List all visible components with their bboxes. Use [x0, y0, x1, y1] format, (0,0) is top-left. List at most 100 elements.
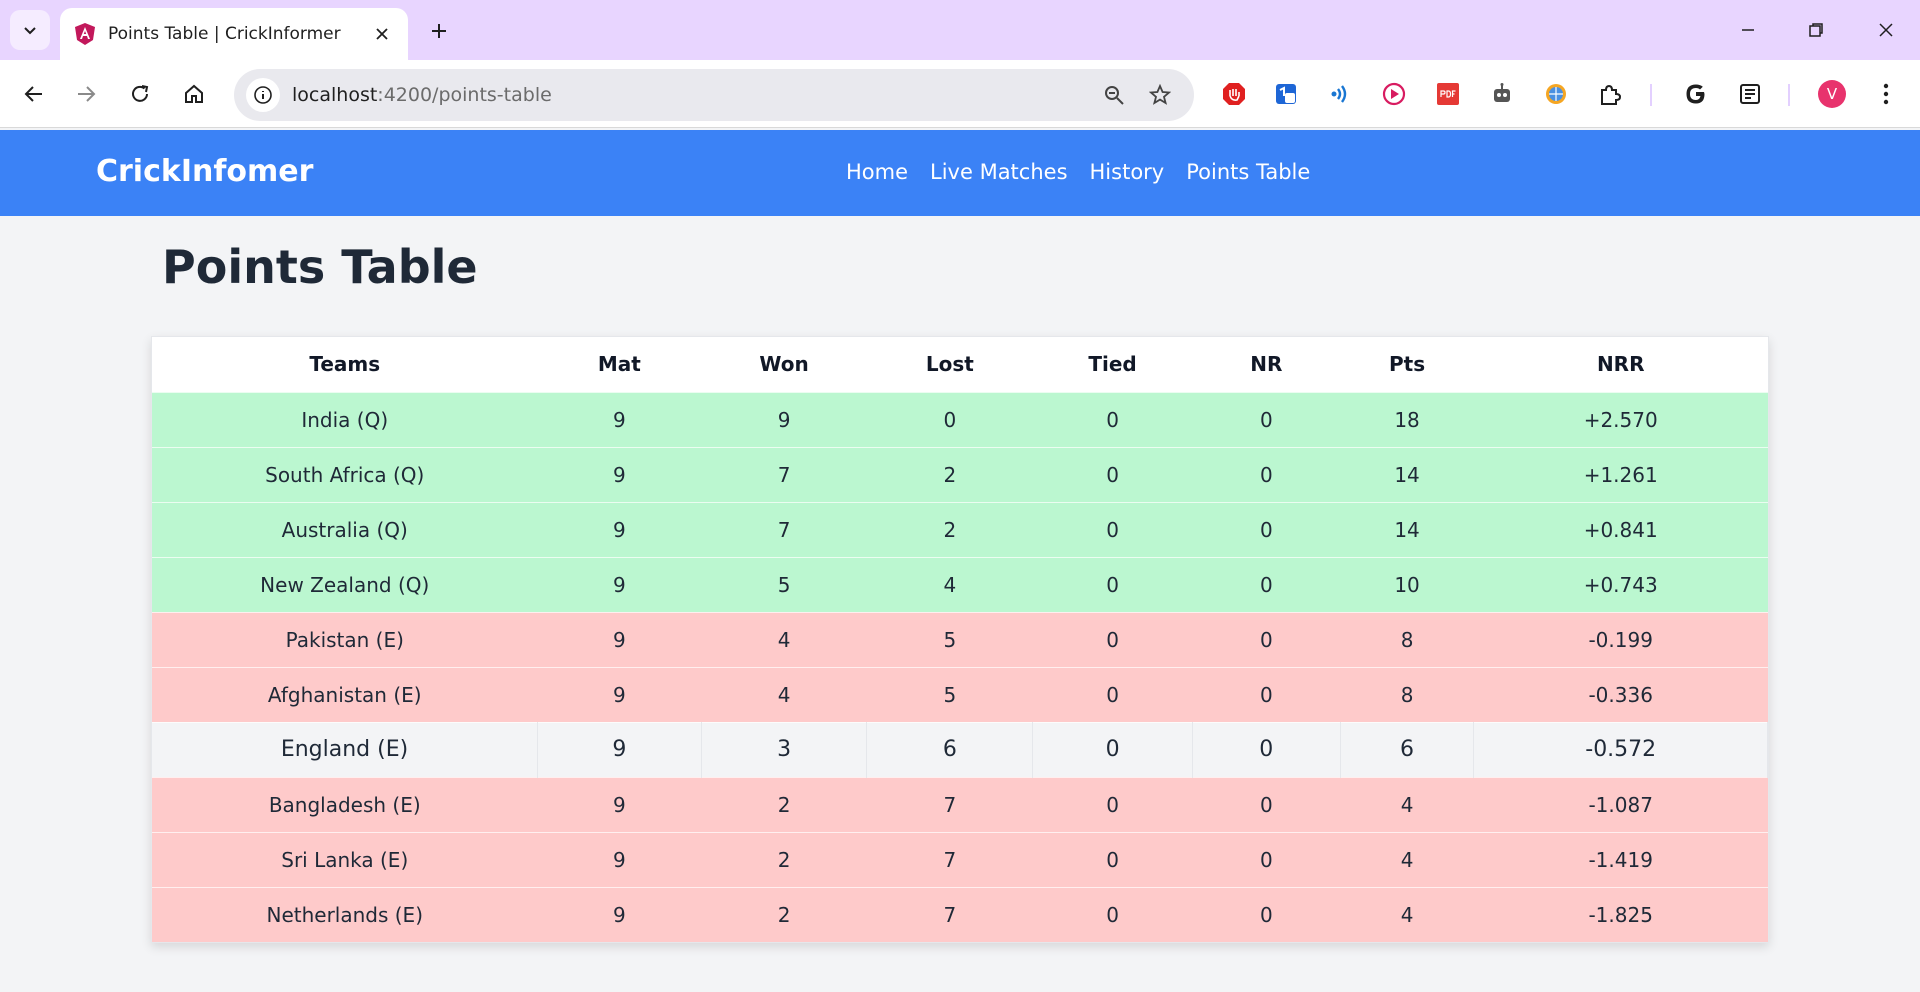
cell-pts: 18 — [1340, 391, 1474, 447]
table-row: Pakistan (E) 9 4 5 0 0 8 -0.199 — [152, 611, 1768, 667]
nav-link-history[interactable]: History — [1090, 160, 1165, 184]
cell-nr: 0 — [1192, 391, 1341, 447]
cell-tied: 0 — [1032, 391, 1193, 447]
forward-button[interactable] — [66, 74, 106, 114]
cell-nr: 0 — [1192, 886, 1341, 942]
robot-extension-icon[interactable] — [1482, 74, 1522, 114]
cell-tied: 0 — [1032, 776, 1193, 832]
cell-mat: 9 — [537, 391, 702, 447]
cell-won: 2 — [701, 776, 867, 832]
cell-won: 9 — [701, 391, 867, 447]
table-header-row: Teams Mat Won Lost Tied NR Pts NRR — [152, 337, 1768, 392]
toolbar-separator — [1788, 84, 1790, 106]
menu-kebab-icon[interactable] — [1866, 74, 1906, 114]
site-nav-links: Home Live Matches History Points Table — [846, 160, 1310, 184]
cell-pts: 8 — [1340, 666, 1474, 722]
column-header-won: Won — [701, 337, 867, 392]
reload-button[interactable] — [120, 74, 160, 114]
cell-pts: 14 — [1340, 446, 1474, 502]
cell-mat: 9 — [537, 556, 702, 612]
cell-tied: 0 — [1032, 446, 1193, 502]
tab-search-button[interactable] — [10, 10, 50, 50]
audio-wave-extension-icon[interactable] — [1320, 74, 1360, 114]
restore-button[interactable] — [1792, 10, 1840, 50]
nav-link-live-matches[interactable]: Live Matches — [930, 160, 1068, 184]
adblock-extension-icon[interactable] — [1214, 74, 1254, 114]
cell-tied: 0 — [1032, 666, 1193, 722]
cell-pts: 14 — [1340, 501, 1474, 557]
table-row: South Africa (Q) 9 7 2 0 0 14 +1.261 — [152, 446, 1768, 502]
table-row: England (E) 9 3 6 0 0 6 -0.572 — [152, 721, 1768, 777]
site-brand[interactable]: CrickInfomer — [96, 154, 313, 189]
address-bar[interactable]: localhost:4200/points-table — [234, 69, 1194, 121]
cell-won: 3 — [701, 721, 868, 777]
profile-avatar[interactable]: V — [1812, 74, 1852, 114]
cell-lost: 4 — [866, 556, 1033, 612]
cell-mat: 9 — [537, 611, 702, 667]
cell-lost: 6 — [866, 721, 1034, 777]
cell-mat: 9 — [537, 831, 702, 887]
back-button[interactable] — [14, 74, 54, 114]
home-button[interactable] — [174, 74, 214, 114]
cell-won: 7 — [701, 446, 867, 502]
cell-nrr: -1.825 — [1473, 886, 1768, 942]
cell-pts: 8 — [1340, 611, 1474, 667]
cell-tied: 0 — [1032, 611, 1193, 667]
table-row: Sri Lanka (E) 9 2 7 0 0 4 -1.419 — [152, 831, 1768, 887]
cell-teams: South Africa (Q) — [152, 446, 538, 502]
arrow-right-icon — [78, 86, 96, 102]
browser-toolbar: localhost:4200/points-table V — [0, 60, 1920, 128]
zoom-out-icon[interactable] — [1096, 77, 1132, 113]
nav-link-home[interactable]: Home — [846, 160, 908, 184]
window-close-button[interactable] — [1862, 10, 1910, 50]
cell-nr: 0 — [1192, 721, 1341, 777]
column-header-tied: Tied — [1032, 337, 1193, 392]
cell-nrr: +1.261 — [1473, 446, 1768, 502]
cell-pts: 4 — [1340, 886, 1474, 942]
cell-nrr: +0.841 — [1473, 501, 1768, 557]
cell-teams: Netherlands (E) — [152, 886, 538, 942]
cell-mat: 9 — [537, 886, 702, 942]
star-bookmark-icon[interactable] — [1142, 77, 1178, 113]
points-table-card: Teams Mat Won Lost Tied NR Pts NRR India (Q) 9 9 0… — [151, 336, 1769, 943]
cell-pts: 6 — [1340, 721, 1475, 777]
minimize-button[interactable] — [1724, 10, 1772, 50]
column-header-teams: Teams — [152, 337, 538, 392]
new-tab-button[interactable] — [422, 14, 456, 48]
column-header-pts: Pts — [1340, 337, 1474, 392]
nav-link-points-table[interactable]: Points Table — [1186, 160, 1310, 184]
cell-nrr: +0.743 — [1473, 556, 1768, 612]
close-icon[interactable] — [368, 20, 396, 48]
cell-lost: 5 — [866, 611, 1033, 667]
cell-nrr: -1.087 — [1473, 776, 1768, 832]
play-extension-icon[interactable] — [1374, 74, 1414, 114]
table-row: India (Q) 9 9 0 0 0 18 +2.570 — [152, 391, 1768, 447]
minimize-icon — [1742, 29, 1754, 31]
page-title: Points Table — [162, 240, 478, 294]
password-extension-icon[interactable] — [1266, 74, 1306, 114]
browser-tab-active[interactable]: Points Table | CrickInformer — [60, 8, 408, 60]
column-header-lost: Lost — [866, 337, 1033, 392]
google-icon[interactable] — [1676, 74, 1716, 114]
cell-lost: 7 — [866, 886, 1033, 942]
home-icon — [185, 84, 203, 103]
reload-icon — [132, 85, 149, 102]
cell-nrr: -1.419 — [1473, 831, 1768, 887]
cell-won: 2 — [701, 886, 867, 942]
globe-extension-icon[interactable] — [1536, 74, 1576, 114]
cell-lost: 7 — [866, 776, 1033, 832]
points-table: Teams Mat Won Lost Tied NR Pts NRR India (Q) 9 9 0… — [152, 337, 1768, 942]
pdf-extension-icon[interactable] — [1428, 74, 1468, 114]
table-body: India (Q) 9 9 0 0 0 18 +2.570 South Africa (Q) 9 7… — [152, 391, 1768, 942]
cell-nrr: -0.336 — [1473, 666, 1768, 722]
cell-tied: 0 — [1032, 556, 1193, 612]
profile-initial: V — [1826, 85, 1838, 103]
table-row: Afghanistan (E) 9 4 5 0 0 8 -0.336 — [152, 666, 1768, 722]
reading-list-icon[interactable] — [1730, 74, 1770, 114]
column-header-nr: NR — [1192, 337, 1341, 392]
cell-nr: 0 — [1192, 501, 1341, 557]
cell-won: 2 — [701, 831, 867, 887]
site-info-icon[interactable] — [246, 78, 280, 112]
cell-teams: Sri Lanka (E) — [152, 831, 538, 887]
extensions-puzzle-icon[interactable] — [1590, 74, 1630, 114]
